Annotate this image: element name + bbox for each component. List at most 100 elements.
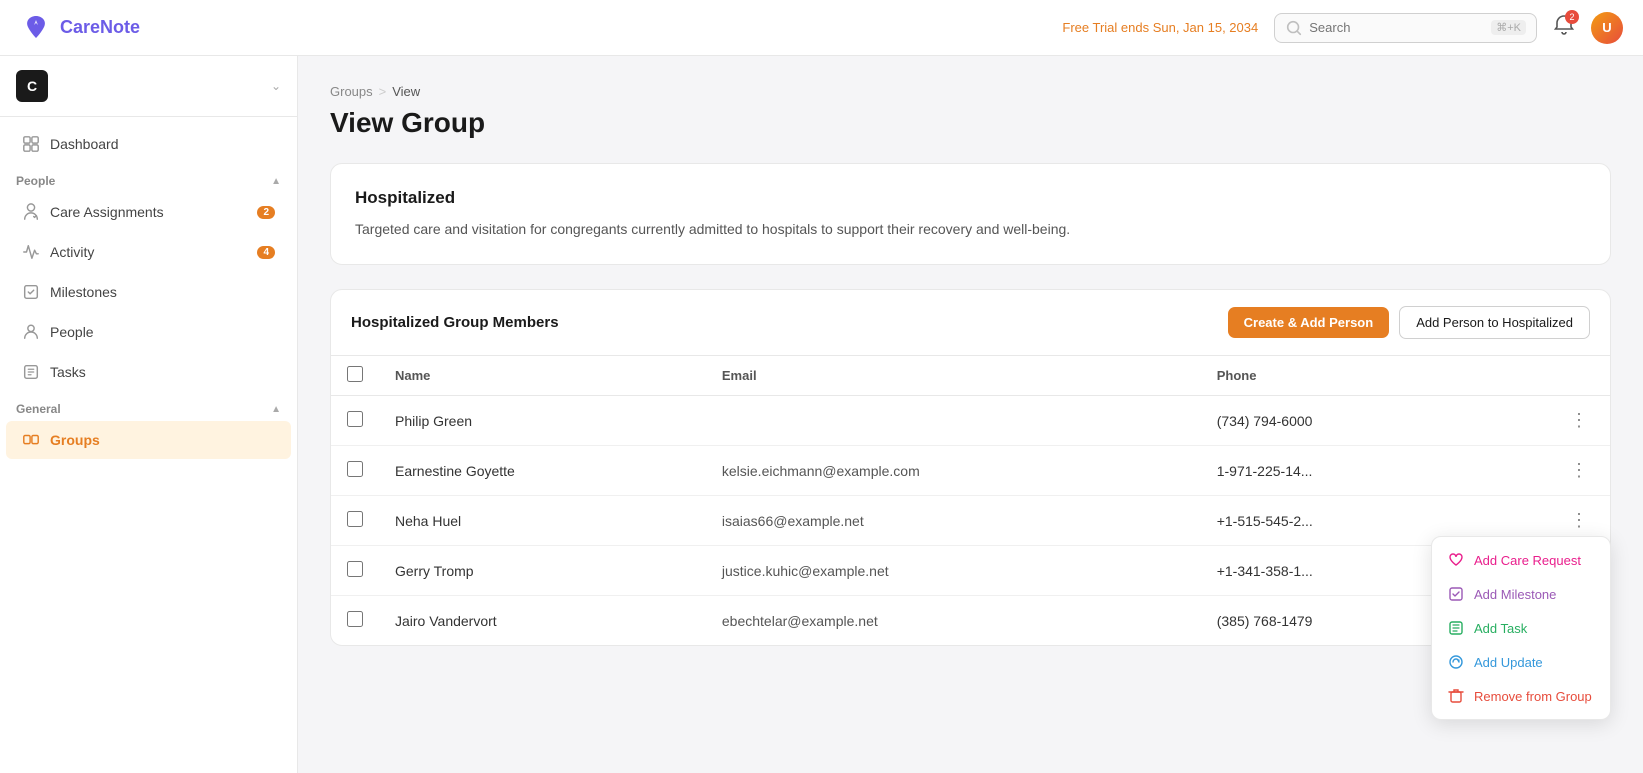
create-add-person-button[interactable]: Create & Add Person bbox=[1228, 307, 1390, 338]
tasks-label: Tasks bbox=[50, 364, 275, 380]
heart-icon bbox=[1448, 552, 1464, 568]
table-row: Earnestine Goyette kelsie.eichmann@examp… bbox=[331, 446, 1610, 496]
row-email: kelsie.eichmann@example.com bbox=[706, 446, 1201, 496]
org-icon: C bbox=[16, 70, 48, 102]
members-header: Hospitalized Group Members Create & Add … bbox=[331, 290, 1610, 356]
row-name: Neha Huel bbox=[379, 496, 706, 546]
context-remove-from-group[interactable]: Remove from Group bbox=[1432, 679, 1610, 713]
breadcrumb-current: View bbox=[392, 84, 420, 99]
row-name: Earnestine Goyette bbox=[379, 446, 706, 496]
context-add-milestone[interactable]: Add Milestone bbox=[1432, 577, 1610, 611]
general-section-chevron-icon: ▲ bbox=[271, 404, 281, 415]
sidebar-item-groups[interactable]: Groups bbox=[6, 421, 291, 459]
table-header: Name Email Phone bbox=[331, 356, 1610, 396]
search-shortcut: ⌘+K bbox=[1491, 20, 1526, 35]
activity-label: Activity bbox=[50, 244, 247, 260]
col-name: Name bbox=[379, 356, 706, 396]
context-add-task-label: Add Task bbox=[1474, 621, 1527, 636]
breadcrumb-parent[interactable]: Groups bbox=[330, 84, 373, 99]
context-add-care-request[interactable]: Add Care Request bbox=[1432, 543, 1610, 577]
page-title: View Group bbox=[330, 107, 1611, 139]
row-email: justice.kuhic@example.net bbox=[706, 546, 1201, 596]
row-checkbox[interactable] bbox=[347, 461, 363, 477]
members-section: Hospitalized Group Members Create & Add … bbox=[330, 289, 1611, 646]
row-more-button[interactable]: ⋮ bbox=[1564, 458, 1594, 483]
members-list: Philip Green (734) 794-6000 ⋮ Earnestine… bbox=[331, 396, 1610, 646]
groups-label: Groups bbox=[50, 432, 275, 448]
sidebar-item-activity[interactable]: Activity 4 bbox=[6, 233, 291, 271]
row-checkbox[interactable] bbox=[347, 561, 363, 577]
people-section-chevron-icon: ▲ bbox=[271, 176, 281, 187]
col-phone: Phone bbox=[1201, 356, 1477, 396]
context-add-update-label: Add Update bbox=[1474, 655, 1543, 670]
people-section-label: People bbox=[16, 174, 55, 188]
groups-icon bbox=[22, 431, 40, 449]
row-phone: 1-971-225-14... bbox=[1201, 446, 1477, 496]
search-input[interactable] bbox=[1309, 20, 1485, 35]
people-icon bbox=[22, 323, 40, 341]
milestone-icon bbox=[1448, 586, 1464, 602]
update-icon bbox=[1448, 654, 1464, 670]
breadcrumb-separator: > bbox=[379, 84, 387, 99]
sidebar-item-milestones[interactable]: Milestones bbox=[6, 273, 291, 311]
notifications-bell[interactable]: 2 bbox=[1553, 14, 1575, 41]
search-icon bbox=[1285, 19, 1303, 37]
table-row: Neha Huel isaias66@example.net +1-515-54… bbox=[331, 496, 1610, 546]
row-email: isaias66@example.net bbox=[706, 496, 1201, 546]
activity-icon bbox=[22, 243, 40, 261]
sidebar-item-tasks[interactable]: Tasks bbox=[6, 353, 291, 391]
trial-notice: Free Trial ends Sun, Jan 15, 2034 bbox=[1062, 20, 1258, 35]
row-email bbox=[706, 396, 1201, 446]
row-more-button[interactable]: ⋮ bbox=[1564, 408, 1594, 433]
add-person-to-group-button[interactable]: Add Person to Hospitalized bbox=[1399, 306, 1590, 339]
sidebar: C ⌄ Dashboard People ▲ Care Ass bbox=[0, 56, 298, 773]
sidebar-item-people[interactable]: People bbox=[6, 313, 291, 351]
body-layout: C ⌄ Dashboard People ▲ Care Ass bbox=[0, 56, 1643, 773]
row-checkbox[interactable] bbox=[347, 511, 363, 527]
row-more-button[interactable]: ⋮ bbox=[1564, 508, 1594, 533]
org-switcher[interactable]: C ⌄ bbox=[0, 56, 297, 117]
main-content: Groups > View View Group Hospitalized Ta… bbox=[298, 56, 1643, 773]
context-remove-label: Remove from Group bbox=[1474, 689, 1592, 704]
row-name: Philip Green bbox=[379, 396, 706, 446]
row-name: Gerry Tromp bbox=[379, 546, 706, 596]
context-add-update[interactable]: Add Update bbox=[1432, 645, 1610, 679]
top-navigation: CareNote Free Trial ends Sun, Jan 15, 20… bbox=[0, 0, 1643, 56]
task-icon bbox=[1448, 620, 1464, 636]
row-phone: (734) 794-6000 bbox=[1201, 396, 1477, 446]
members-table: Name Email Phone Philip Green (734) 794-… bbox=[331, 356, 1610, 645]
milestones-icon bbox=[22, 283, 40, 301]
user-avatar[interactable]: U bbox=[1591, 12, 1623, 44]
general-section-label: General bbox=[16, 402, 61, 416]
search-bar[interactable]: ⌘+K bbox=[1274, 13, 1537, 43]
row-checkbox[interactable] bbox=[347, 611, 363, 627]
activity-badge: 4 bbox=[257, 246, 275, 259]
context-add-milestone-label: Add Milestone bbox=[1474, 587, 1556, 602]
col-email: Email bbox=[706, 356, 1201, 396]
row-name: Jairo Vandervort bbox=[379, 596, 706, 646]
general-section-header[interactable]: General ▲ bbox=[0, 392, 297, 420]
tasks-icon bbox=[22, 363, 40, 381]
care-assignments-label: Care Assignments bbox=[50, 204, 247, 220]
care-assignments-icon bbox=[22, 203, 40, 221]
select-all-checkbox[interactable] bbox=[347, 366, 363, 382]
group-name: Hospitalized bbox=[355, 188, 1586, 208]
breadcrumb: Groups > View bbox=[330, 84, 1611, 99]
people-section-header[interactable]: People ▲ bbox=[0, 164, 297, 192]
sidebar-item-dashboard[interactable]: Dashboard bbox=[6, 125, 291, 163]
dashboard-icon bbox=[22, 135, 40, 153]
context-add-task[interactable]: Add Task bbox=[1432, 611, 1610, 645]
group-description: Targeted care and visitation for congreg… bbox=[355, 218, 1586, 240]
care-assignments-badge: 2 bbox=[257, 206, 275, 219]
col-actions bbox=[1477, 356, 1610, 396]
notification-badge: 2 bbox=[1565, 10, 1579, 24]
app-logo[interactable]: CareNote bbox=[20, 12, 140, 44]
table-row: Gerry Tromp justice.kuhic@example.net +1… bbox=[331, 546, 1610, 596]
sidebar-item-care-assignments[interactable]: Care Assignments 2 bbox=[6, 193, 291, 231]
row-checkbox[interactable] bbox=[347, 411, 363, 427]
context-add-care-request-label: Add Care Request bbox=[1474, 553, 1581, 568]
table-row: Jairo Vandervort ebechtelar@example.net … bbox=[331, 596, 1610, 646]
milestones-label: Milestones bbox=[50, 284, 275, 300]
remove-icon bbox=[1448, 688, 1464, 704]
group-info-card: Hospitalized Targeted care and visitatio… bbox=[330, 163, 1611, 265]
